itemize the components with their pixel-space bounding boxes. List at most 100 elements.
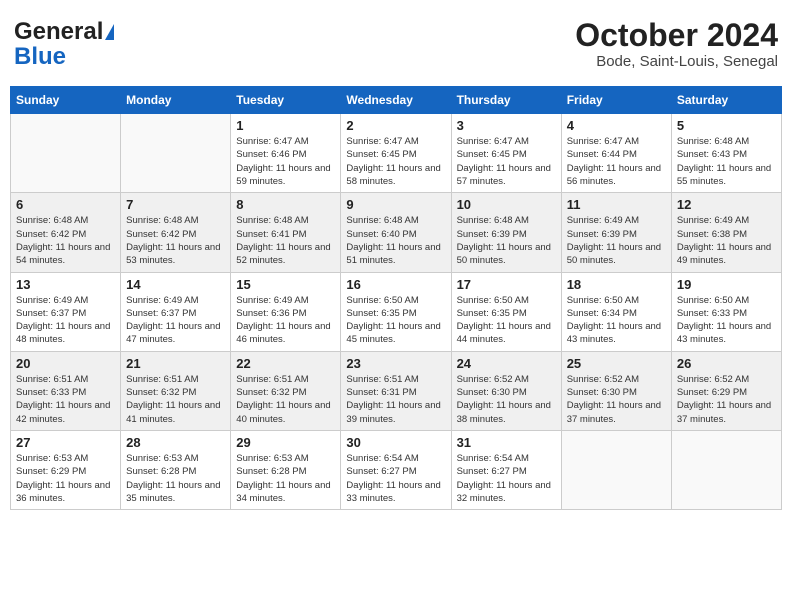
weekday-header: Saturday (671, 87, 781, 114)
calendar-header-row: SundayMondayTuesdayWednesdayThursdayFrid… (11, 87, 782, 114)
day-info: Sunrise: 6:53 AM Sunset: 6:28 PM Dayligh… (126, 452, 225, 505)
day-number: 19 (677, 277, 776, 292)
calendar-cell: 18 Sunrise: 6:50 AM Sunset: 6:34 PM Dayli… (561, 272, 671, 351)
weekday-header: Friday (561, 87, 671, 114)
day-info: Sunrise: 6:49 AM Sunset: 6:39 PM Dayligh… (567, 214, 666, 267)
calendar-cell (561, 430, 671, 509)
calendar-cell: 17 Sunrise: 6:50 AM Sunset: 6:35 PM Dayli… (451, 272, 561, 351)
day-info: Sunrise: 6:48 AM Sunset: 6:42 PM Dayligh… (16, 214, 115, 267)
day-number: 30 (346, 435, 445, 450)
day-number: 5 (677, 118, 776, 133)
day-info: Sunrise: 6:48 AM Sunset: 6:41 PM Dayligh… (236, 214, 335, 267)
calendar-cell: 26Sunrise: 6:52 AM Sunset: 6:29 PM Dayli… (671, 351, 781, 430)
calendar-cell: 27 Sunrise: 6:53 AM Sunset: 6:29 PM Dayli… (11, 430, 121, 509)
calendar-cell: 3 Sunrise: 6:47 AM Sunset: 6:45 PM Daylig… (451, 114, 561, 193)
weekday-header: Monday (121, 87, 231, 114)
day-number: 6 (16, 197, 115, 212)
calendar-cell: 31 Sunrise: 6:54 AM Sunset: 6:27 PM Dayli… (451, 430, 561, 509)
day-number: 13 (16, 277, 115, 292)
day-number: 2 (346, 118, 445, 133)
logo: General Blue (14, 18, 114, 68)
calendar-week-row: 1 Sunrise: 6:47 AM Sunset: 6:46 PM Daylig… (11, 114, 782, 193)
day-info: Sunrise: 6:49 AM Sunset: 6:36 PM Dayligh… (236, 294, 335, 347)
calendar-cell: 1 Sunrise: 6:47 AM Sunset: 6:46 PM Daylig… (231, 114, 341, 193)
day-info: Sunrise: 6:53 AM Sunset: 6:28 PM Dayligh… (236, 452, 335, 505)
day-number: 17 (457, 277, 556, 292)
day-number: 31 (457, 435, 556, 450)
day-number: 1 (236, 118, 335, 133)
calendar-week-row: 27 Sunrise: 6:53 AM Sunset: 6:29 PM Dayli… (11, 430, 782, 509)
weekday-header: Tuesday (231, 87, 341, 114)
day-info: Sunrise: 6:49 AM Sunset: 6:37 PM Dayligh… (126, 294, 225, 347)
day-number: 27 (16, 435, 115, 450)
day-info: Sunrise: 6:48 AM Sunset: 6:43 PM Dayligh… (677, 135, 776, 188)
day-info: Sunrise: 6:54 AM Sunset: 6:27 PM Dayligh… (346, 452, 445, 505)
calendar-cell: 13 Sunrise: 6:49 AM Sunset: 6:37 PM Dayli… (11, 272, 121, 351)
day-number: 16 (346, 277, 445, 292)
calendar-cell: 7Sunrise: 6:48 AM Sunset: 6:42 PM Daylig… (121, 193, 231, 272)
logo-general: General (14, 18, 103, 46)
month-title: October 2024 (575, 18, 778, 53)
page-header: General Blue October 2024 Bode, Saint-Lo… (10, 10, 782, 78)
weekday-header: Sunday (11, 87, 121, 114)
day-number: 12 (677, 197, 776, 212)
day-number: 9 (346, 197, 445, 212)
day-number: 24 (457, 356, 556, 371)
day-number: 3 (457, 118, 556, 133)
day-number: 15 (236, 277, 335, 292)
calendar-cell: 8 Sunrise: 6:48 AM Sunset: 6:41 PM Daylig… (231, 193, 341, 272)
calendar-cell: 20 Sunrise: 6:51 AM Sunset: 6:33 PM Dayli… (11, 351, 121, 430)
day-number: 23 (346, 356, 445, 371)
day-info: Sunrise: 6:49 AM Sunset: 6:37 PM Dayligh… (16, 294, 115, 347)
day-info: Sunrise: 6:49 AM Sunset: 6:38 PM Dayligh… (677, 214, 776, 267)
day-info: Sunrise: 6:50 AM Sunset: 6:34 PM Dayligh… (567, 294, 666, 347)
calendar-cell: 2Sunrise: 6:47 AM Sunset: 6:45 PM Daylig… (341, 114, 451, 193)
day-info: Sunrise: 6:50 AM Sunset: 6:33 PM Dayligh… (677, 294, 776, 347)
day-info: Sunrise: 6:48 AM Sunset: 6:42 PM Dayligh… (126, 214, 225, 267)
weekday-header: Wednesday (341, 87, 451, 114)
logo-triangle-icon (105, 24, 114, 40)
day-info: Sunrise: 6:47 AM Sunset: 6:44 PM Dayligh… (567, 135, 666, 188)
day-number: 26 (677, 356, 776, 371)
day-info: Sunrise: 6:51 AM Sunset: 6:32 PM Dayligh… (236, 373, 335, 426)
calendar-table: SundayMondayTuesdayWednesdayThursdayFrid… (10, 86, 782, 510)
calendar-cell: 4 Sunrise: 6:47 AM Sunset: 6:44 PM Daylig… (561, 114, 671, 193)
calendar-cell: 9 Sunrise: 6:48 AM Sunset: 6:40 PM Daylig… (341, 193, 451, 272)
calendar-cell: 14Sunrise: 6:49 AM Sunset: 6:37 PM Dayli… (121, 272, 231, 351)
calendar-cell: 25Sunrise: 6:52 AM Sunset: 6:30 PM Dayli… (561, 351, 671, 430)
day-number: 4 (567, 118, 666, 133)
day-info: Sunrise: 6:48 AM Sunset: 6:39 PM Dayligh… (457, 214, 556, 267)
day-info: Sunrise: 6:47 AM Sunset: 6:46 PM Dayligh… (236, 135, 335, 188)
day-info: Sunrise: 6:47 AM Sunset: 6:45 PM Dayligh… (457, 135, 556, 188)
day-number: 18 (567, 277, 666, 292)
calendar-cell (121, 114, 231, 193)
day-number: 25 (567, 356, 666, 371)
day-number: 10 (457, 197, 556, 212)
calendar-cell: 22Sunrise: 6:51 AM Sunset: 6:32 PM Dayli… (231, 351, 341, 430)
day-info: Sunrise: 6:50 AM Sunset: 6:35 PM Dayligh… (346, 294, 445, 347)
day-number: 29 (236, 435, 335, 450)
day-info: Sunrise: 6:52 AM Sunset: 6:30 PM Dayligh… (457, 373, 556, 426)
day-number: 8 (236, 197, 335, 212)
day-info: Sunrise: 6:53 AM Sunset: 6:29 PM Dayligh… (16, 452, 115, 505)
calendar-cell: 30 Sunrise: 6:54 AM Sunset: 6:27 PM Dayli… (341, 430, 451, 509)
calendar-cell: 16 Sunrise: 6:50 AM Sunset: 6:35 PM Dayli… (341, 272, 451, 351)
calendar-week-row: 6 Sunrise: 6:48 AM Sunset: 6:42 PM Daylig… (11, 193, 782, 272)
day-info: Sunrise: 6:51 AM Sunset: 6:33 PM Dayligh… (16, 373, 115, 426)
day-number: 20 (16, 356, 115, 371)
weekday-header: Thursday (451, 87, 561, 114)
calendar-cell (11, 114, 121, 193)
calendar-week-row: 13 Sunrise: 6:49 AM Sunset: 6:37 PM Dayli… (11, 272, 782, 351)
day-info: Sunrise: 6:50 AM Sunset: 6:35 PM Dayligh… (457, 294, 556, 347)
logo-blue: Blue (14, 46, 66, 68)
day-number: 11 (567, 197, 666, 212)
calendar-cell: 24 Sunrise: 6:52 AM Sunset: 6:30 PM Dayli… (451, 351, 561, 430)
calendar-cell: 12 Sunrise: 6:49 AM Sunset: 6:38 PM Dayli… (671, 193, 781, 272)
day-number: 21 (126, 356, 225, 371)
calendar-cell: 5 Sunrise: 6:48 AM Sunset: 6:43 PM Daylig… (671, 114, 781, 193)
day-info: Sunrise: 6:54 AM Sunset: 6:27 PM Dayligh… (457, 452, 556, 505)
calendar-cell: 19 Sunrise: 6:50 AM Sunset: 6:33 PM Dayli… (671, 272, 781, 351)
day-info: Sunrise: 6:48 AM Sunset: 6:40 PM Dayligh… (346, 214, 445, 267)
day-number: 28 (126, 435, 225, 450)
day-info: Sunrise: 6:51 AM Sunset: 6:31 PM Dayligh… (346, 373, 445, 426)
